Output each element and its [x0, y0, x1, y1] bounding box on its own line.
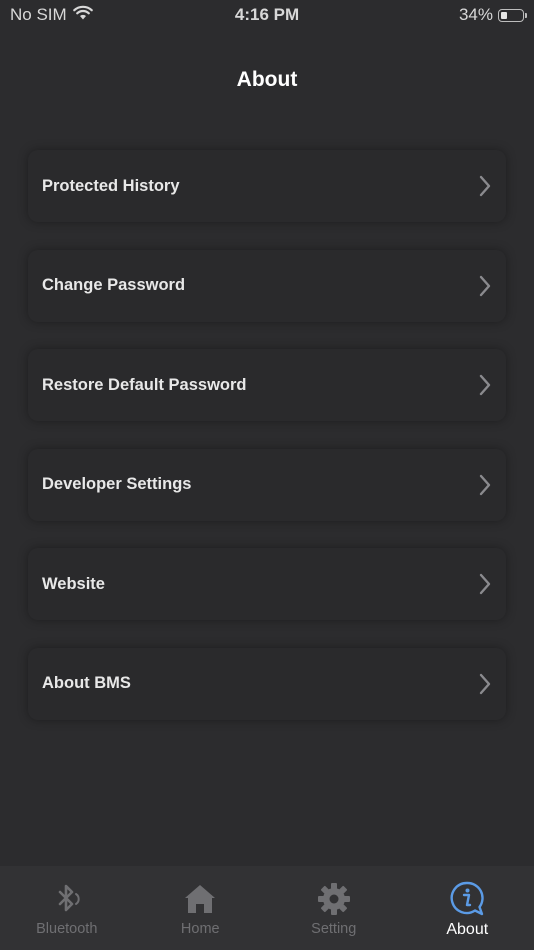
about-screen: No SIM 4:16 PM 34% About Protected Histo… [0, 0, 534, 950]
status-right: 34% [458, 5, 527, 25]
status-time: 4:16 PM [234, 5, 300, 24]
tab-label: About [446, 921, 489, 938]
chevron-right-icon [478, 175, 492, 197]
menu-item-label: Website [42, 574, 105, 593]
info-icon [448, 880, 486, 918]
chevron-right-icon [478, 275, 492, 297]
gear-icon [315, 880, 353, 918]
menu-item-change-password[interactable]: Change Password [28, 249, 506, 322]
bluetooth-icon [48, 880, 86, 918]
tab-setting[interactable]: Setting [267, 866, 401, 950]
menu-item-label: Protected History [42, 176, 180, 195]
tab-about[interactable]: About [401, 866, 534, 950]
menu-item-label: Restore Default Password [42, 375, 247, 394]
tab-label: Bluetooth [36, 921, 98, 937]
menu-item-label: Developer Settings [42, 475, 192, 493]
page-title: About [236, 68, 298, 91]
menu-item-about-bms[interactable]: About BMS [28, 647, 506, 720]
tab-bar: Bluetooth Home Setting About [0, 866, 534, 950]
tab-label: Home [180, 921, 220, 937]
menu-item-protected-history[interactable]: Protected History [28, 150, 506, 222]
battery-icon [498, 8, 527, 22]
battery-percent: 34% [458, 5, 493, 24]
menu-item-website[interactable]: Website [28, 548, 506, 620]
menu-list: Protected History Change Password Restor… [28, 150, 506, 747]
chevron-right-icon [478, 374, 492, 396]
menu-item-label: Change Password [42, 276, 186, 294]
menu-item-developer-settings[interactable]: Developer Settings [28, 448, 506, 521]
tab-bluetooth[interactable]: Bluetooth [0, 866, 134, 950]
battery-fill [501, 11, 508, 19]
home-icon [181, 880, 219, 918]
menu-item-label: About BMS [42, 674, 131, 692]
chevron-right-icon [478, 673, 492, 695]
chevron-right-icon [478, 474, 492, 496]
status-bar: No SIM 4:16 PM 34% [0, 0, 534, 30]
tab-home[interactable]: Home [134, 866, 268, 950]
tab-label: Setting [311, 921, 357, 937]
chevron-right-icon [478, 573, 492, 595]
menu-item-restore-default-password[interactable]: Restore Default Password [28, 349, 506, 421]
